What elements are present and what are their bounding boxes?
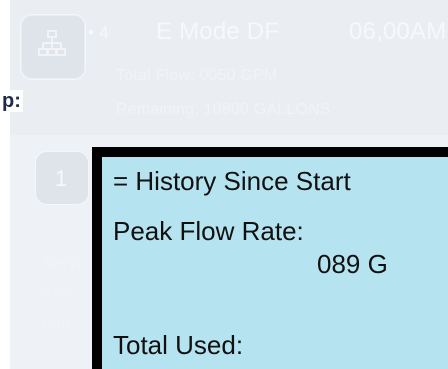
service-label: Servic	[43, 255, 89, 272]
lcd-total-used-label: Total Used:	[113, 330, 244, 360]
service-value: 030	[43, 317, 71, 334]
left-edge-label: p:	[0, 90, 23, 112]
time-display: 06,00AM	[349, 18, 447, 45]
network-icon	[38, 30, 66, 56]
screenshot-stage: • 4 E Mode DF 06,00AM Total Flow: 0050 G…	[0, 0, 448, 369]
lcd-history-title: = History Since Start	[113, 166, 351, 196]
service-number: 1	[55, 166, 68, 191]
lcd-peak-flow-value: 089 G	[317, 249, 388, 279]
mode-label: E Mode DF	[156, 18, 280, 45]
remaining-text: Remaining: 10800 GALLONS	[116, 101, 331, 118]
mode-indicator: • 4	[88, 23, 109, 42]
total-flow-text: Total Flow: 0050 GPM	[116, 67, 278, 84]
service-percent: 45%	[43, 286, 76, 303]
lcd-peak-flow-label: Peak Flow Rate:	[113, 216, 304, 246]
